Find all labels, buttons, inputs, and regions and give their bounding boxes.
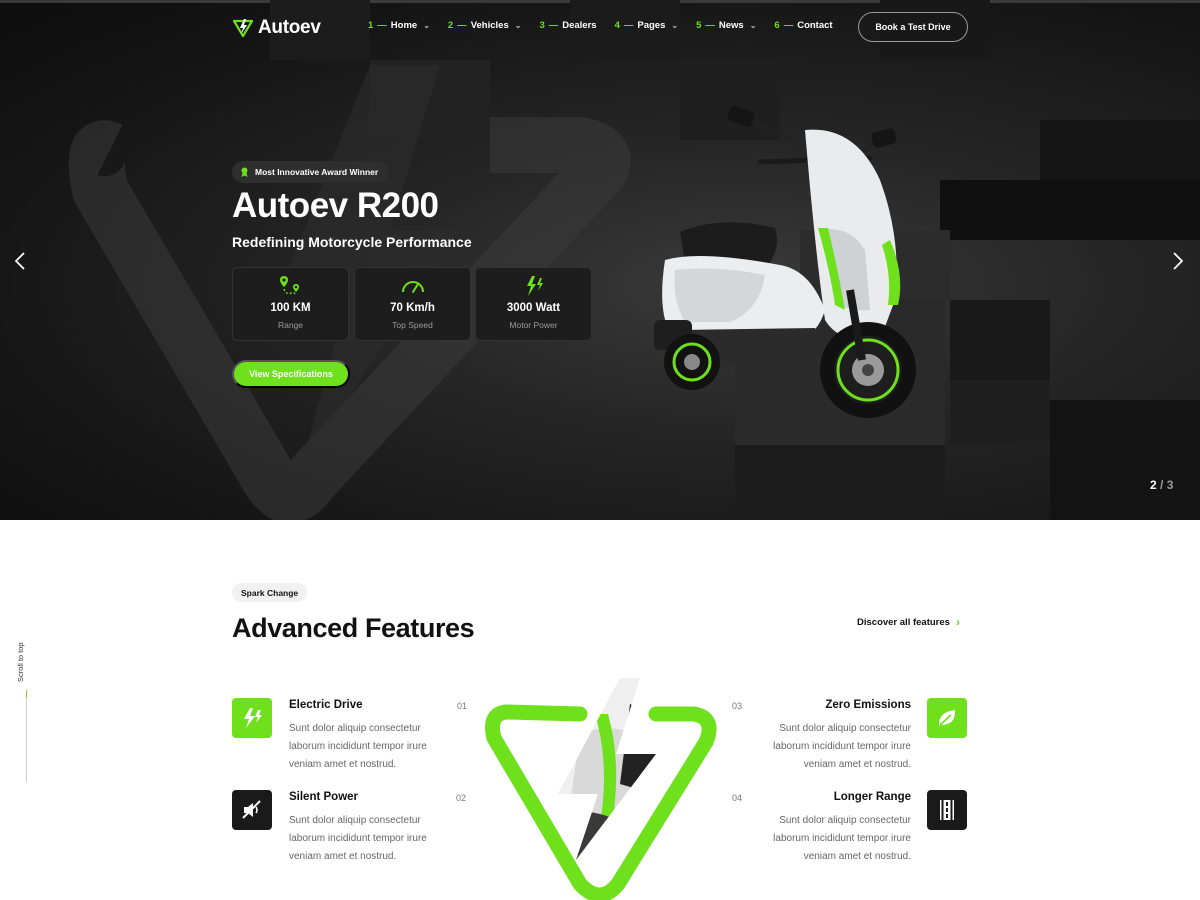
hero-subtitle: Redefining Motorcycle Performance: [232, 234, 472, 250]
scroll-to-top[interactable]: Scroll to top: [14, 630, 42, 782]
nav-item-vehicles[interactable]: 2 — Vehicles ⌄: [448, 20, 522, 31]
chevron-down-icon: ⌄: [749, 21, 757, 30]
section-tag: Spark Change: [232, 583, 308, 602]
main-nav: 1 — Home ⌄ 2 — Vehicles ⌄ 3 — Dealers 4 …: [368, 20, 833, 31]
speedometer-icon: [401, 275, 425, 297]
award-badge-text: Most Innovative Award Winner: [255, 167, 379, 177]
award-icon: [241, 167, 248, 177]
slide-current: 2: [1150, 478, 1157, 492]
chevron-down-icon: ⌄: [671, 21, 679, 30]
chevron-right-icon: [1173, 252, 1183, 270]
road-icon: [927, 790, 967, 830]
nav-item-contact[interactable]: 6 — Contact: [774, 20, 832, 31]
nav-label: Home: [390, 20, 418, 31]
hero-title: Autoev R200: [232, 186, 439, 225]
nav-number: 3: [539, 20, 545, 31]
nav-dash: —: [457, 20, 467, 31]
feature-name: Longer Range: [833, 791, 911, 803]
nav-item-dealers[interactable]: 3 — Dealers: [539, 20, 596, 31]
chevron-down-icon: ⌄: [423, 21, 430, 30]
feature-description: Sunt dolor aliquip consectetur laborum i…: [289, 815, 427, 862]
route-icon: [279, 275, 303, 297]
nav-dash: —: [548, 20, 559, 31]
nav-label: Pages: [637, 20, 666, 31]
feature-description: Sunt dolor aliquip consectetur laborum i…: [289, 723, 427, 770]
feature-name: Electric Drive: [289, 699, 363, 711]
leaf-icon: [927, 698, 967, 738]
nav-number: 6: [774, 20, 780, 31]
stat-motor-power: 3000 Watt Motor Power: [475, 267, 592, 341]
nav-item-pages[interactable]: 4 — Pages ⌄: [615, 20, 679, 31]
section-title: Advanced Features: [232, 613, 475, 643]
feature-number: 03: [732, 701, 743, 711]
stat-value: 3000 Watt: [506, 302, 561, 314]
stat-label: Top Speed: [392, 320, 433, 330]
stat-label: Motor Power: [509, 320, 558, 330]
chevron-down-icon: ⌄: [514, 21, 522, 30]
nav-dash: —: [377, 20, 387, 31]
nav-number: 5: [696, 20, 702, 31]
scroll-progress: [26, 690, 27, 698]
nav-dash: —: [623, 20, 634, 31]
stat-value: 70 Km/h: [390, 302, 435, 314]
slide-separator: /: [1160, 478, 1164, 492]
feature-name: Zero Emissions: [825, 699, 911, 711]
logo[interactable]: Autoev: [232, 16, 321, 40]
chevron-right-icon: ›: [955, 615, 960, 629]
next-slide-button[interactable]: [1168, 248, 1188, 274]
feature-name: Silent Power: [289, 791, 359, 803]
feature-number: 01: [457, 701, 468, 711]
view-specifications-button[interactable]: View Specifications: [232, 360, 350, 388]
hero-slider: Autoev 1 — Home ⌄ 2 — Vehicles ⌄ 3 — Dea…: [0, 0, 1200, 520]
prev-slide-button[interactable]: [10, 248, 30, 274]
logo-text: Autoev: [258, 17, 321, 38]
stat-range: 100 KM Range: [232, 267, 349, 341]
stat-value: 100 KM: [270, 302, 311, 314]
nav-item-news[interactable]: 5 — News ⌄: [696, 20, 756, 31]
scroll-line: [26, 690, 27, 782]
nav-label: Contact: [797, 20, 833, 31]
nav-number: 2: [447, 20, 454, 31]
chevron-left-icon: [15, 252, 25, 270]
feature-number: 02: [456, 793, 467, 803]
nav-dash: —: [783, 20, 794, 31]
center-brand-mark: [485, 678, 717, 900]
nav-label: Vehicles: [470, 20, 509, 31]
nav-number: 4: [614, 20, 620, 31]
nav-item-home[interactable]: 1 — Home ⌄: [368, 20, 430, 31]
feature-number: 04: [732, 793, 743, 803]
lightning-icon: [523, 275, 545, 297]
nav-dash: —: [705, 20, 715, 31]
scooter-image: [654, 105, 916, 418]
discover-label: Discover all features: [857, 616, 950, 628]
feature-description: Sunt dolor aliquip consectetur laborum i…: [773, 723, 911, 770]
nav-label: News: [718, 20, 744, 31]
slide-total: 3: [1166, 478, 1174, 492]
stat-label: Range: [277, 320, 304, 330]
logo-icon: [232, 19, 254, 38]
slide-counter: 2 / 3: [1150, 478, 1173, 492]
electric-drive-icon: [232, 698, 272, 738]
scroll-to-top-label: Scroll to top: [16, 642, 25, 682]
nav-label: Dealers: [562, 20, 597, 31]
discover-features-link[interactable]: Discover all features ›: [857, 615, 960, 629]
stat-top-speed: 70 Km/h Top Speed: [354, 267, 471, 341]
nav-number: 1: [368, 20, 374, 31]
mute-icon: [232, 790, 272, 830]
award-badge: Most Innovative Award Winner: [232, 161, 389, 183]
feature-description: Sunt dolor aliquip consectetur laborum i…: [773, 815, 911, 862]
book-test-drive-button[interactable]: Book a Test Drive: [858, 12, 968, 42]
